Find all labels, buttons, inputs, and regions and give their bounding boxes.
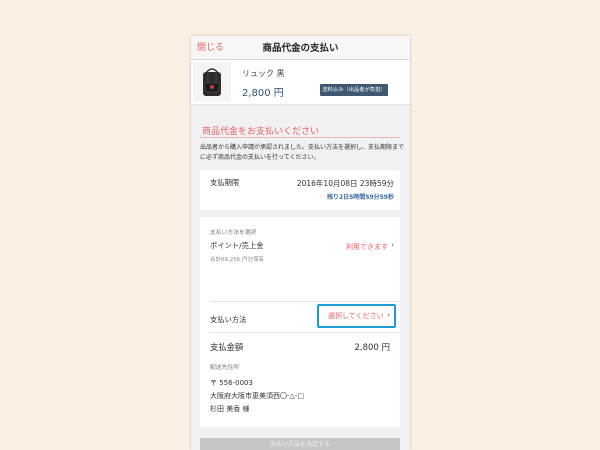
method-section-label: 支払い方法を選択 bbox=[210, 230, 257, 236]
total-label: 支払金額 bbox=[210, 342, 244, 352]
deadline-date: 2016年10月08日 23時59分 bbox=[296, 179, 394, 188]
address-line: 大阪府大阪市恵美須西〇-△-□ bbox=[210, 392, 305, 400]
backpack-icon bbox=[193, 62, 231, 102]
method-select-button[interactable]: 選択してください › bbox=[317, 304, 396, 328]
product-price: 2,800 円 bbox=[242, 88, 284, 99]
page-title: 商品代金の支払い bbox=[262, 43, 339, 54]
row-divider bbox=[210, 301, 400, 302]
method-label: 支払い方法 bbox=[210, 315, 247, 324]
chevron-right-icon: › bbox=[391, 241, 394, 249]
submit-button[interactable]: 支払い方法を決定する bbox=[200, 438, 400, 450]
deadline-remaining: 残り2日5時間59分59秒 bbox=[326, 194, 394, 201]
deadline-label: 支払期限 bbox=[210, 178, 240, 187]
row-divider bbox=[210, 332, 400, 333]
address-section-label: 配送先住所 bbox=[210, 365, 239, 371]
points-total: 合計69,256 円分保有 bbox=[210, 257, 264, 263]
payment-description: 出品者から購入申請が承認されました。支払い方法を選択し、支払期限までに必ず商品代… bbox=[200, 144, 405, 161]
shipping-badge: 送料込み（出品者が負担） bbox=[320, 84, 388, 96]
total-amount: 2,800 円 bbox=[354, 343, 390, 353]
address-card: 配送先住所 〒 556-0003 大阪府大阪市恵美須西〇-△-□ 杉田 美香 様 bbox=[200, 354, 400, 427]
method-select-label: 選択してください bbox=[328, 312, 384, 320]
navigation-bar: 閉じる 商品代金の支払い bbox=[191, 36, 410, 60]
points-label: ポイント/売上金 bbox=[210, 241, 264, 250]
chevron-right-icon: › bbox=[387, 311, 390, 319]
address-postal: 〒 556-0003 bbox=[210, 379, 253, 387]
recipient-name: 杉田 美香 様 bbox=[210, 405, 250, 413]
deadline-card: 支払期限 2016年10月08日 23時59分 残り2日5時間59分59秒 bbox=[200, 170, 400, 210]
product-summary: リュック 黒 2,800 円 送料込み（出品者が負担） bbox=[191, 60, 410, 105]
phone-screen: 閉じる 商品代金の支払い リュック 黒 2,800 円 送料込み（出品者が負担）… bbox=[191, 36, 410, 450]
points-link[interactable]: 利用できます bbox=[346, 242, 388, 252]
payment-heading: 商品代金をお支払いください bbox=[202, 127, 320, 137]
heading-divider bbox=[200, 137, 400, 138]
product-name: リュック 黒 bbox=[242, 69, 285, 78]
